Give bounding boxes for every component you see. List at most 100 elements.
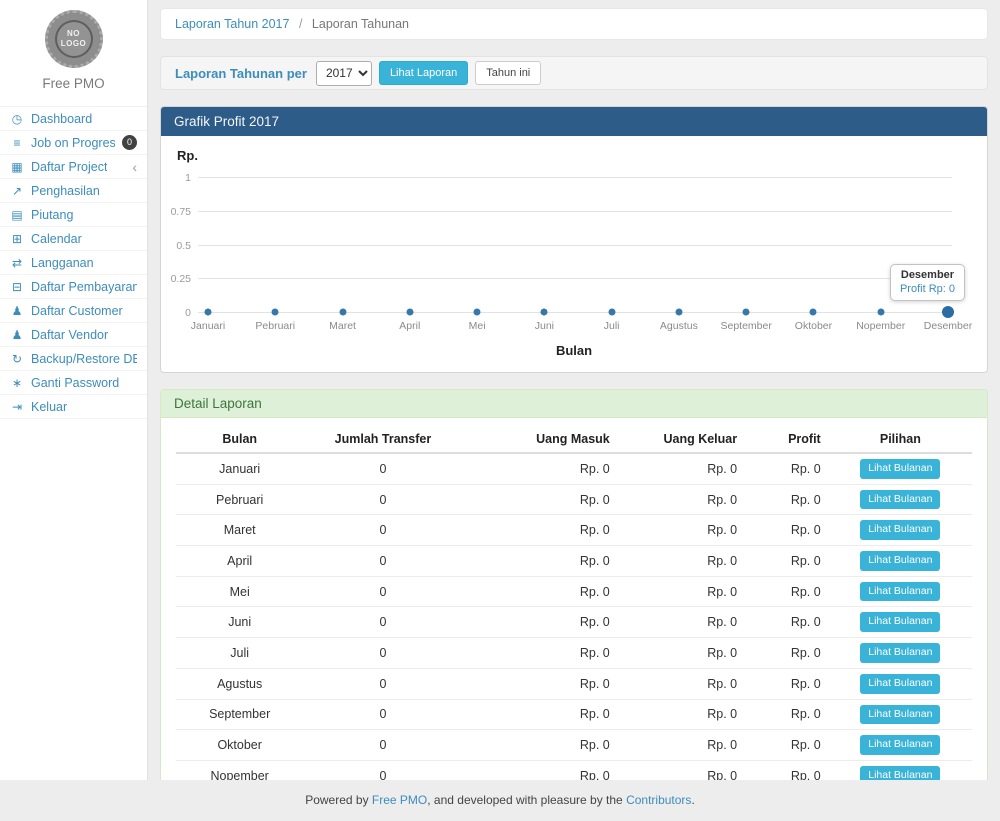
lihat-bulanan-button[interactable]: Lihat Bulanan [860, 643, 940, 663]
vendors-icon: ♟ [10, 328, 24, 342]
cell-month: September [176, 699, 303, 730]
cell-out: Rp. 0 [618, 760, 745, 780]
lihat-bulanan-button[interactable]: Lihat Bulanan [860, 674, 940, 694]
cell-in: Rp. 0 [463, 546, 618, 577]
sidebar-item-penghasilan[interactable]: ↗Penghasilan [0, 179, 147, 203]
chart-point-pebruari[interactable] [272, 309, 279, 316]
year-select[interactable]: 2017 [316, 61, 372, 86]
y-tick-label: 0 [185, 307, 191, 319]
chart-point-januari[interactable] [205, 309, 212, 316]
sidebar-item-calendar[interactable]: ⊞Calendar [0, 227, 147, 251]
x-axis-label-track: JanuariPebruariMaretAprilMeiJuniJuliAgus… [208, 320, 948, 334]
gridline: 0.75 [198, 211, 952, 212]
tasks-icon: ≡ [10, 136, 24, 150]
sidebar-item-dashboard[interactable]: ◷Dashboard [0, 107, 147, 131]
cell-transfers: 0 [303, 638, 462, 669]
chart-point-mei[interactable] [474, 309, 481, 316]
x-tick-label: Agustus [660, 320, 698, 332]
cell-month: Oktober [176, 730, 303, 761]
sidebar-item-label: Ganti Password [31, 376, 119, 390]
x-axis-labels: JanuariPebruariMaretAprilMeiJuniJuliAgus… [198, 320, 952, 334]
sidebar-item-daftar-vendor[interactable]: ♟ Daftar Vendor [0, 323, 147, 347]
sidebar-item-label: Keluar [31, 400, 67, 414]
x-tick-label: Nopember [856, 320, 905, 332]
lihat-bulanan-button[interactable]: Lihat Bulanan [860, 705, 940, 725]
cell-month: Mei [176, 576, 303, 607]
sidebar-item-keluar[interactable]: ⇥Keluar [0, 395, 147, 419]
sidebar-item-piutang[interactable]: ▤Piutang [0, 203, 147, 227]
footer-text-suffix: . [691, 793, 694, 807]
footer-link-contributors[interactable]: Contributors [626, 793, 691, 807]
calendar-icon: ⊞ [10, 232, 24, 246]
chart-point-maret[interactable] [339, 309, 346, 316]
chart-point-juni[interactable] [541, 309, 548, 316]
cell-in: Rp. 0 [463, 607, 618, 638]
cell-out: Rp. 0 [618, 453, 745, 484]
logo: NO LOGO Free PMO [0, 0, 147, 100]
cell-profit: Rp. 0 [745, 576, 829, 607]
cell-out: Rp. 0 [618, 576, 745, 607]
cell-out: Rp. 0 [618, 638, 745, 669]
x-tick-label: Pebruari [255, 320, 295, 332]
sidebar-item-backup-restore-db[interactable]: ↻Backup/Restore DB [0, 347, 147, 371]
chart-point-april[interactable] [406, 309, 413, 316]
detail-panel-body: BulanJumlah TransferUang MasukUang Kelua… [161, 418, 987, 780]
cell-profit: Rp. 0 [745, 638, 829, 669]
sidebar-item-label: Job on Progress [31, 136, 115, 150]
chart-plot-area: Desember Profit Rp: 0 10.750.50.250 [198, 177, 952, 312]
chart-point-desember[interactable] [942, 306, 954, 318]
cell-month: Januari [176, 453, 303, 484]
lihat-bulanan-button[interactable]: Lihat Bulanan [860, 612, 940, 632]
cell-transfers: 0 [303, 515, 462, 546]
lihat-laporan-button[interactable]: Lihat Laporan [379, 61, 468, 85]
sidebar-item-label: Daftar Vendor [31, 328, 108, 342]
chart-point-juli[interactable] [608, 309, 615, 316]
sidebar-item-label: Daftar Customer [31, 304, 123, 318]
sidebar-item-langganan[interactable]: ⇄Langganan [0, 251, 147, 275]
sidebar-item-daftar-project[interactable]: ▦Daftar Project‹ [0, 155, 147, 179]
gridline: 0.25 [198, 278, 952, 279]
x-tick-label: September [720, 320, 771, 332]
sidebar-item-job-on-progress[interactable]: ≡Job on Progress0 [0, 131, 147, 155]
table-row: April0Rp. 0Rp. 0Rp. 0Lihat Bulanan [176, 546, 972, 577]
lihat-bulanan-button[interactable]: Lihat Bulanan [860, 766, 940, 780]
sidebar-item-ganti-password[interactable]: ∗Ganti Password [0, 371, 147, 395]
tahun-ini-button[interactable]: Tahun ini [475, 61, 541, 85]
cell-profit: Rp. 0 [745, 668, 829, 699]
breadcrumb-link-laporan-tahun[interactable]: Laporan Tahun 2017 [175, 17, 289, 31]
footer-link-freepmo[interactable]: Free PMO [372, 793, 427, 807]
cell-month: Maret [176, 515, 303, 546]
lihat-bulanan-button[interactable]: Lihat Bulanan [860, 551, 940, 571]
x-tick-label: April [399, 320, 420, 332]
chart-point-agustus[interactable] [675, 309, 682, 316]
cell-action: Lihat Bulanan [829, 668, 972, 699]
table-body: Januari0Rp. 0Rp. 0Rp. 0Lihat BulananPebr… [176, 453, 972, 780]
lihat-bulanan-button[interactable]: Lihat Bulanan [860, 735, 940, 755]
y-tick-label: 0.5 [176, 240, 191, 252]
table-row: September0Rp. 0Rp. 0Rp. 0Lihat Bulanan [176, 699, 972, 730]
lihat-bulanan-button[interactable]: Lihat Bulanan [860, 520, 940, 540]
cell-out: Rp. 0 [618, 515, 745, 546]
sidebar-item-label: Dashboard [31, 112, 92, 126]
gridline: 0 [198, 312, 952, 313]
breadcrumb: Laporan Tahun 2017 / Laporan Tahunan [160, 8, 988, 40]
sidebar-item-daftar-customer[interactable]: ♟Daftar Customer [0, 299, 147, 323]
chevron-left-icon: ‹ [132, 160, 137, 174]
chart-panel-title: Grafik Profit 2017 [161, 107, 987, 136]
cell-profit: Rp. 0 [745, 699, 829, 730]
cell-transfers: 0 [303, 484, 462, 515]
breadcrumb-current: Laporan Tahunan [312, 17, 409, 31]
sidebar-item-daftar-pembayaran[interactable]: ⊟Daftar Pembayaran [0, 275, 147, 299]
cell-transfers: 0 [303, 576, 462, 607]
cell-transfers: 0 [303, 453, 462, 484]
sidebar-item-label: Langganan [31, 256, 94, 270]
x-tick-label: Januari [191, 320, 225, 332]
cell-transfers: 0 [303, 760, 462, 780]
chart-point-oktober[interactable] [810, 309, 817, 316]
chart-point-nopember[interactable] [877, 309, 884, 316]
lihat-bulanan-button[interactable]: Lihat Bulanan [860, 582, 940, 602]
chart-point-september[interactable] [743, 309, 750, 316]
lihat-bulanan-button[interactable]: Lihat Bulanan [860, 490, 940, 510]
lihat-bulanan-button[interactable]: Lihat Bulanan [860, 459, 940, 479]
cell-transfers: 0 [303, 607, 462, 638]
